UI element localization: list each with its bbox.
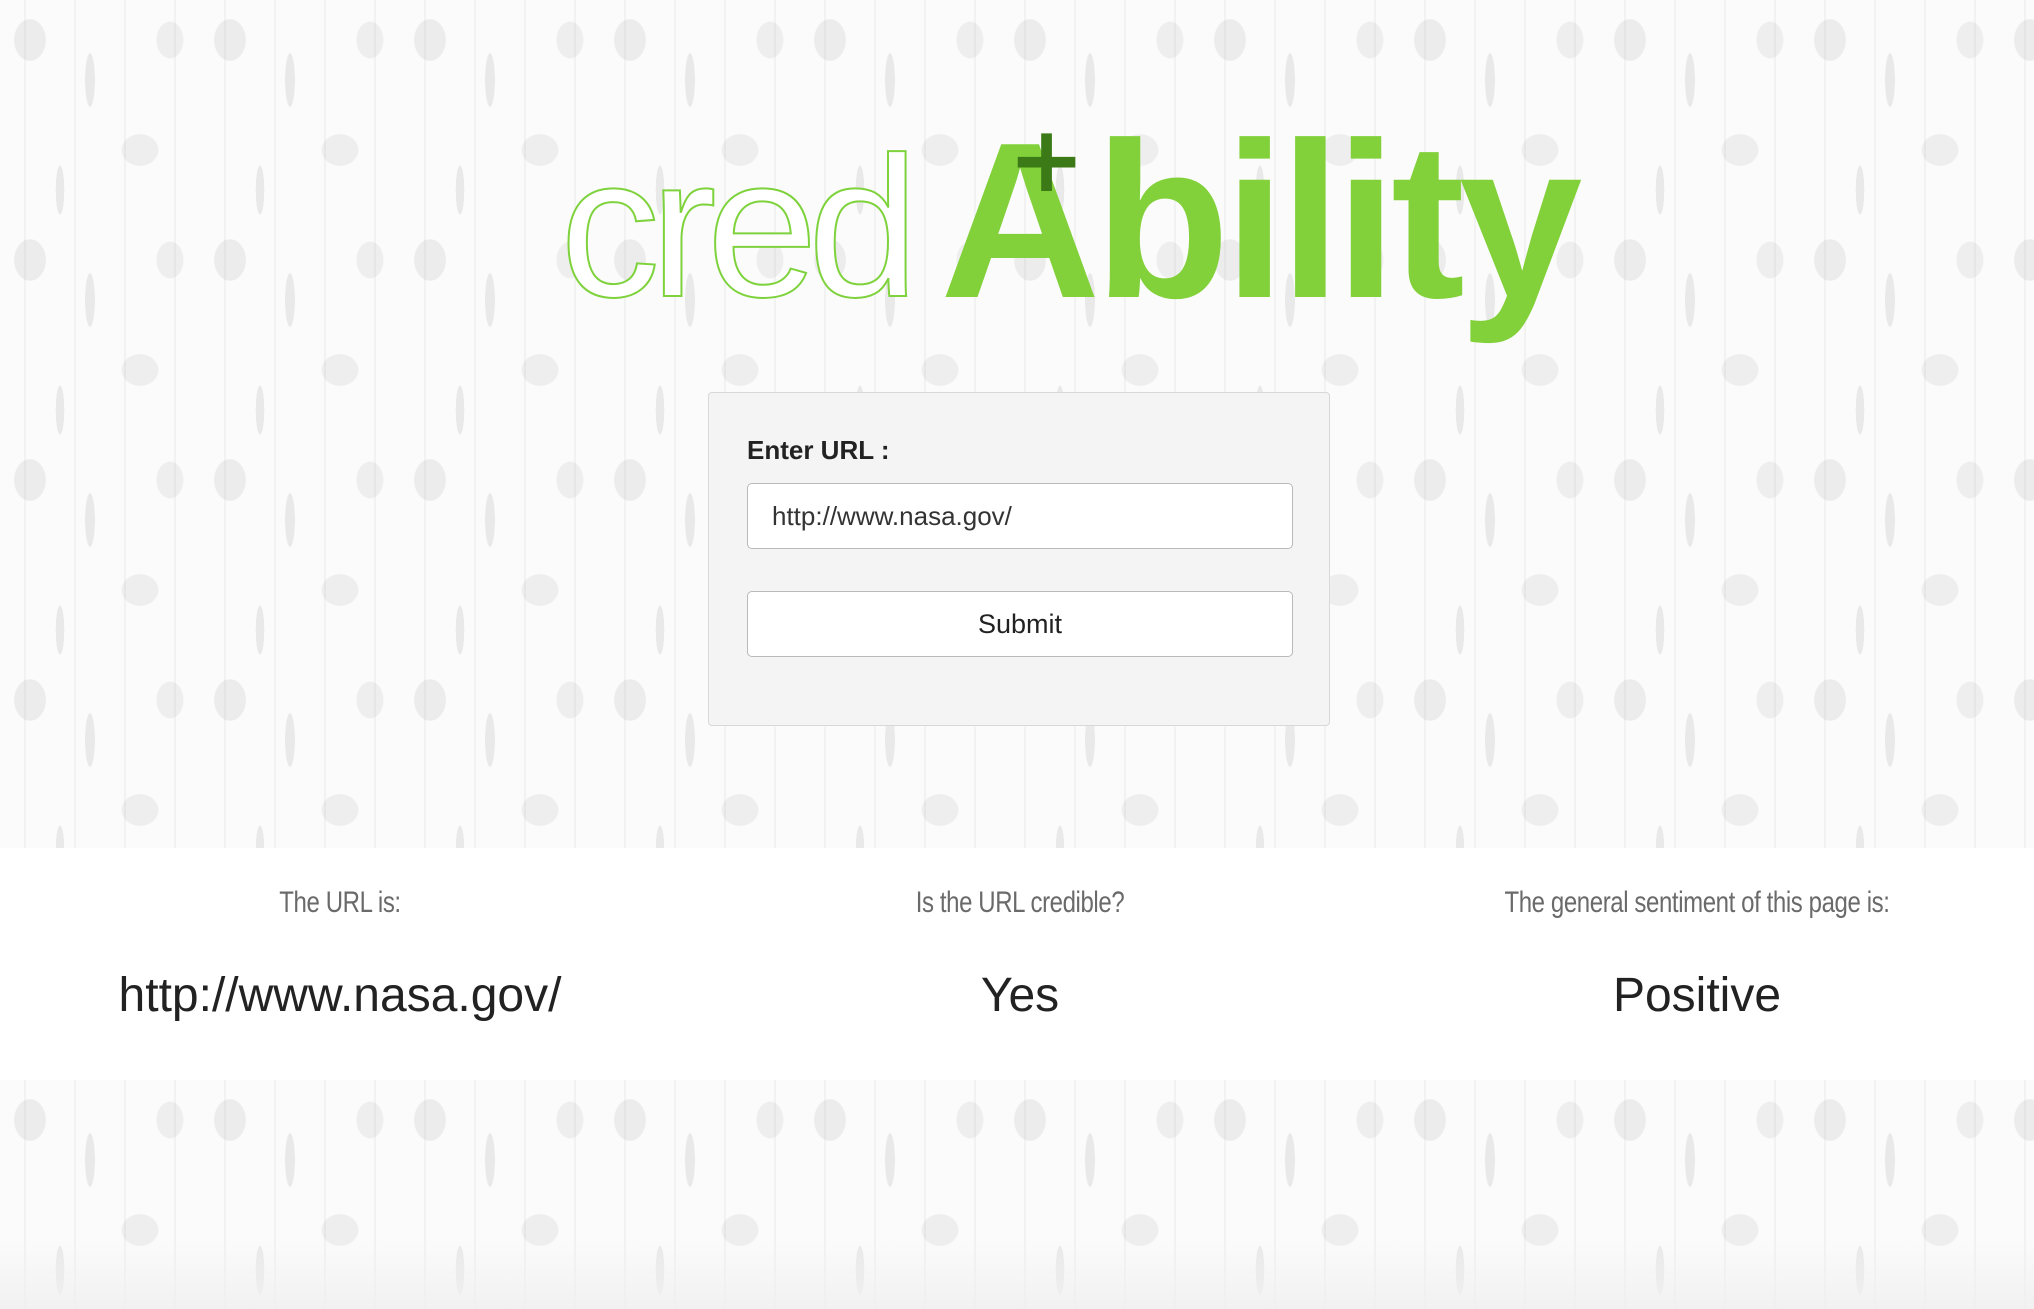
results-panel: The URL is: http://www.nasa.gov/ Is the … (0, 848, 2034, 1080)
url-label: Enter URL : (747, 435, 890, 465)
plus-icon: + (1008, 106, 1086, 213)
url-input[interactable] (747, 483, 1293, 549)
credibility-heading: Is the URL credible? (915, 886, 1125, 919)
url-result-value: http://www.nasa.gov/ (118, 969, 562, 1022)
url-result-heading: The URL is: (279, 886, 401, 919)
background-pattern-bottom (0, 1080, 2034, 1309)
sentiment-value: Positive (1612, 969, 1782, 1022)
credibility-value: Yes (980, 969, 1060, 1022)
url-form-card: Enter URL : Submit (708, 392, 1330, 726)
logo-prefix: cred (559, 116, 920, 339)
submit-button[interactable]: Submit (747, 591, 1293, 657)
sentiment-heading: The general sentiment of this page is: (1504, 886, 1890, 919)
